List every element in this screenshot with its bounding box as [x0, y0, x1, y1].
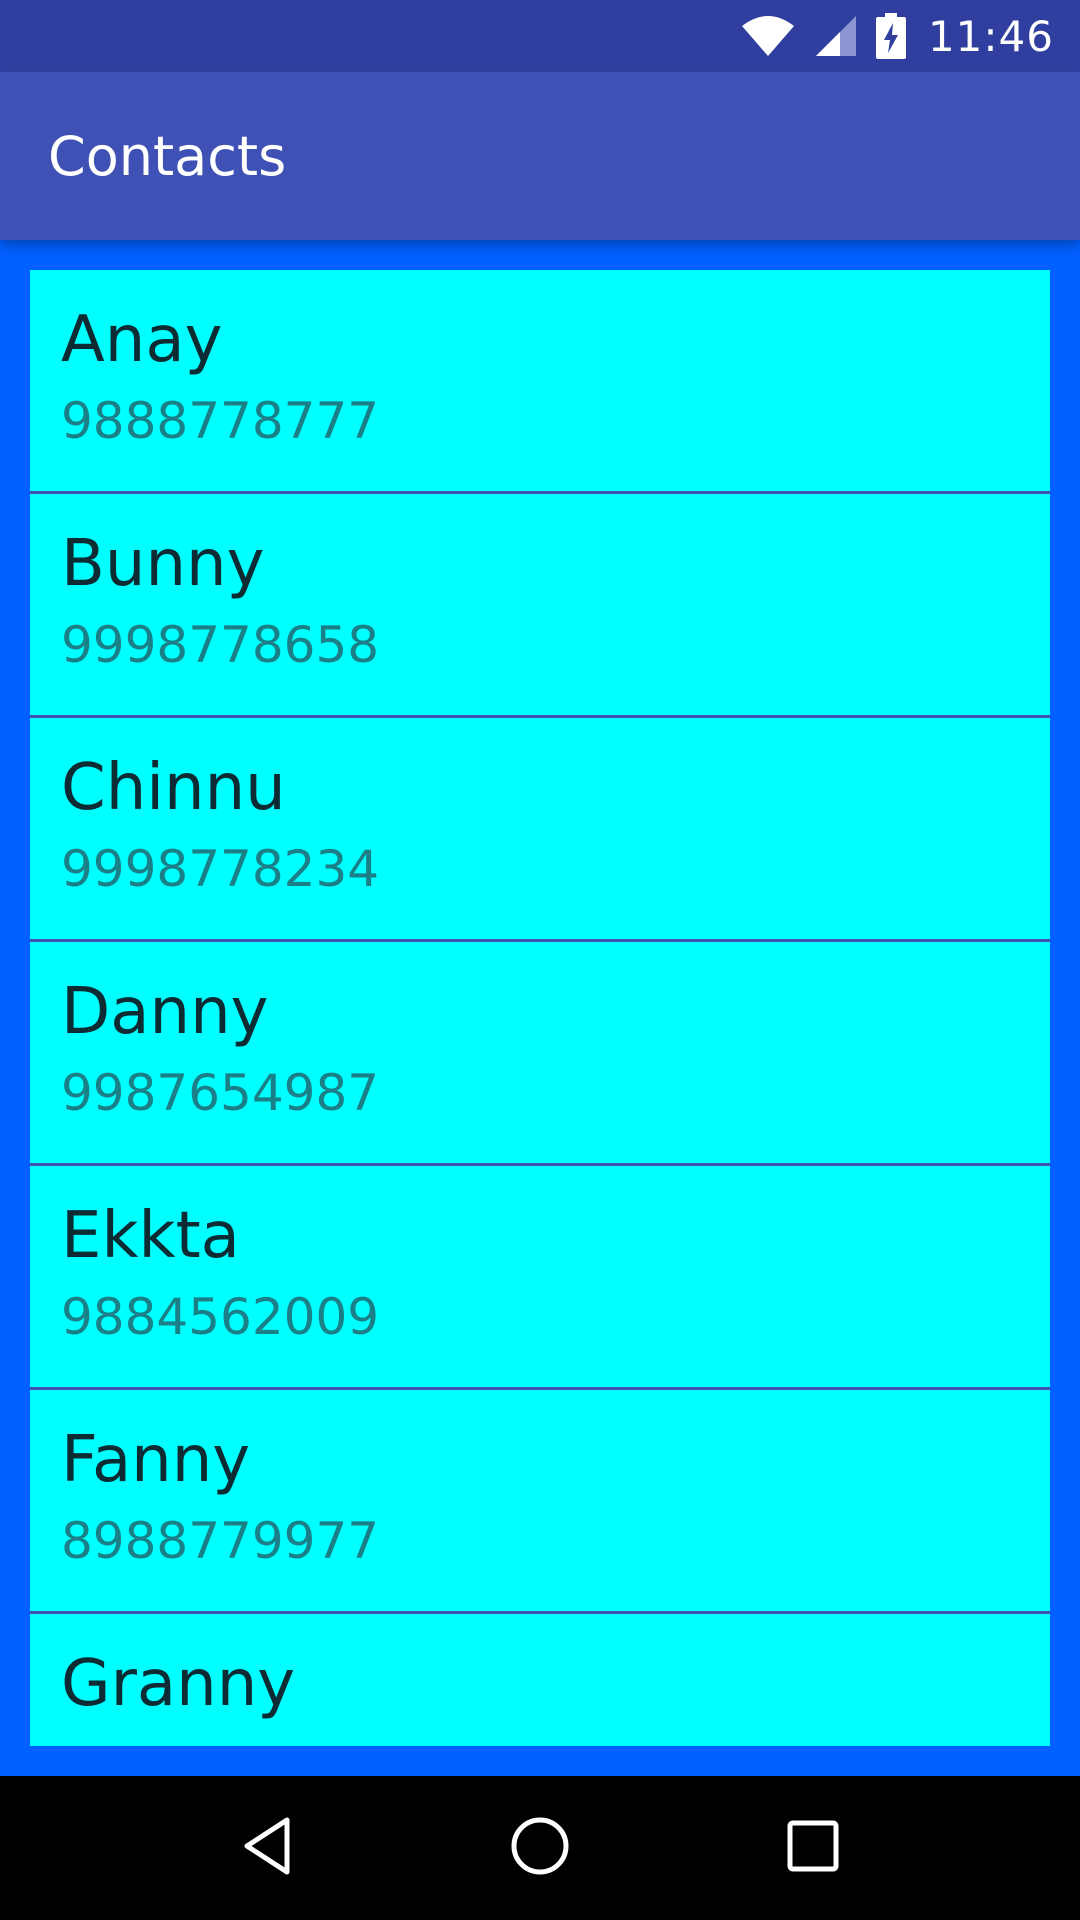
contact-name: Anay [61, 303, 223, 377]
home-button[interactable] [490, 1798, 590, 1898]
recents-button[interactable] [763, 1798, 863, 1898]
page-title: Contacts [48, 124, 287, 188]
contact-phone: 8988779977 [61, 1512, 380, 1570]
contact-phone: 9998778658 [61, 616, 380, 674]
contact-phone: 9884562009 [61, 1288, 380, 1346]
contact-item-granny[interactable]: Granny [30, 1614, 1050, 1746]
battery-charging-icon [875, 13, 906, 59]
contact-phone: 9987654987 [61, 1064, 380, 1122]
contact-item-danny[interactable]: Danny 9987654987 [30, 942, 1050, 1166]
navigation-bar [0, 1776, 1080, 1920]
status-bar: 11:46 [0, 0, 1080, 72]
contact-name: Fanny [61, 1423, 251, 1497]
contact-item-fanny[interactable]: Fanny 8988779977 [30, 1390, 1050, 1614]
screen: 11:46 Contacts Anay 9888778777 Bunny 999… [0, 0, 1080, 1920]
contact-item-anay[interactable]: Anay 9888778777 [30, 270, 1050, 494]
back-icon [239, 1816, 295, 1880]
contact-name: Granny [61, 1647, 296, 1721]
contact-phone: 9888778777 [61, 392, 380, 450]
contact-name: Chinnu [61, 751, 286, 825]
contact-phone: 9998778234 [61, 840, 380, 898]
contact-item-chinnu[interactable]: Chinnu 9998778234 [30, 718, 1050, 942]
wifi-icon [740, 14, 796, 58]
contact-name: Bunny [61, 527, 265, 601]
back-button[interactable] [217, 1798, 317, 1898]
contact-item-ekkta[interactable]: Ekkta 9884562009 [30, 1166, 1050, 1390]
contact-name: Ekkta [61, 1199, 240, 1273]
status-time: 11:46 [927, 11, 1054, 61]
contact-item-bunny[interactable]: Bunny 9998778658 [30, 494, 1050, 718]
content-area: Anay 9888778777 Bunny 9998778658 Chinnu … [0, 240, 1080, 1776]
signal-icon [814, 14, 858, 58]
home-icon [510, 1816, 570, 1880]
contact-list[interactable]: Anay 9888778777 Bunny 9998778658 Chinnu … [30, 270, 1050, 1746]
contact-name: Danny [61, 975, 269, 1049]
app-bar: Contacts [0, 72, 1080, 240]
recents-icon [787, 1820, 839, 1876]
